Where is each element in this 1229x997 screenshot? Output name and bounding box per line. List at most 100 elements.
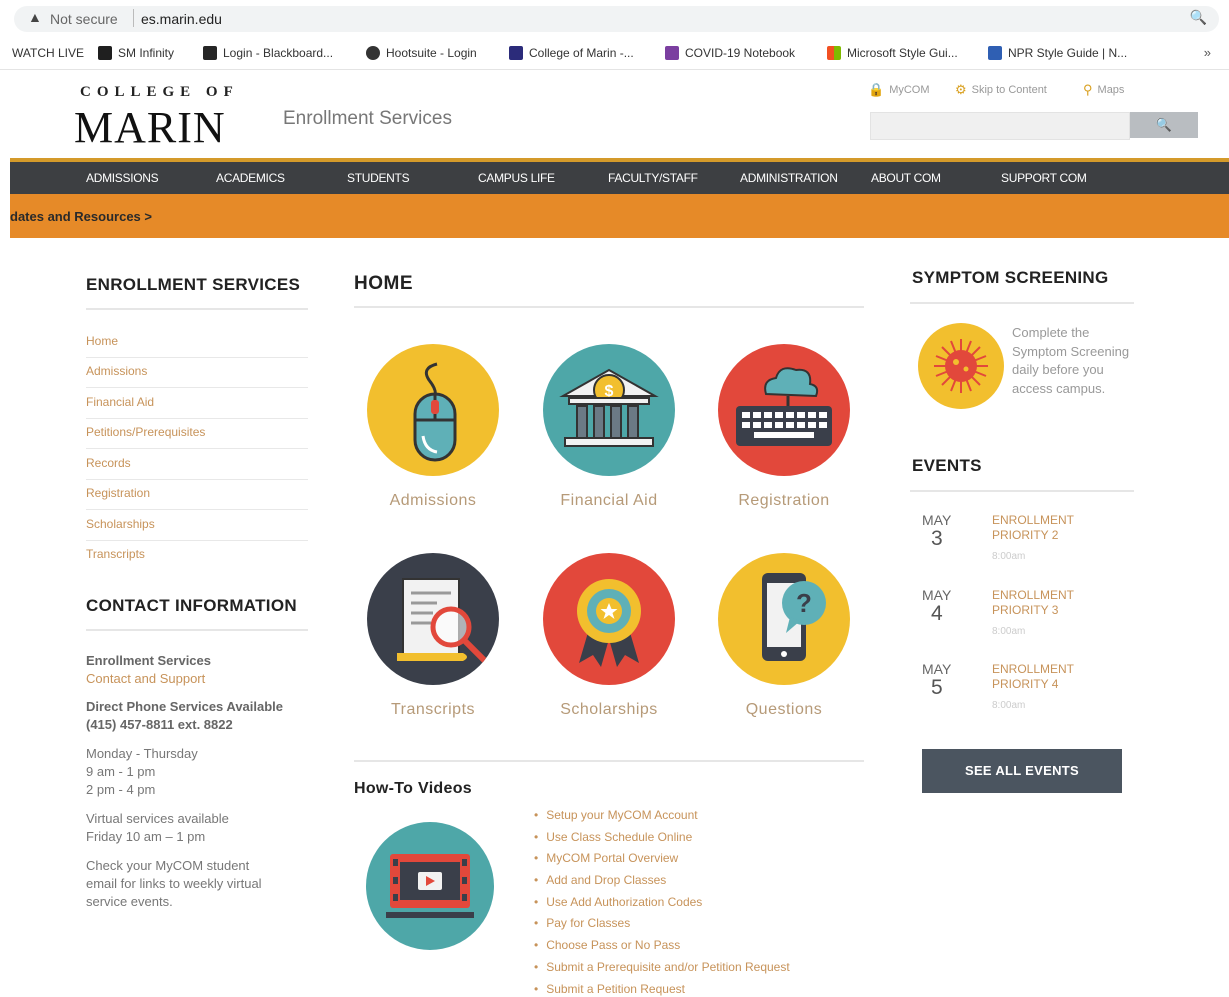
event-month: MAY	[922, 661, 952, 677]
bookmark-sm-infinity[interactable]: SM Infinity	[98, 46, 174, 60]
video-link-pass-no-pass[interactable]: Choose Pass or No Pass	[534, 938, 790, 960]
tile-questions[interactable]: ? Questions	[714, 553, 854, 719]
event-title[interactable]: ENROLLMENT PRIORITY 2	[992, 513, 1112, 543]
warning-icon[interactable]: ▲	[28, 9, 42, 25]
divider	[86, 629, 308, 631]
nav-administration[interactable]: ADMINISTRATION	[740, 171, 838, 185]
video-link-setup-mycom[interactable]: Setup your MyCOM Account	[534, 808, 790, 830]
document-magnifier-icon	[367, 553, 499, 685]
tile-label: Questions	[745, 701, 823, 718]
maps-link[interactable]: ⚲ Maps	[1083, 82, 1124, 98]
svg-text:?: ?	[796, 588, 812, 618]
event-title[interactable]: ENROLLMENT PRIORITY 3	[992, 588, 1112, 618]
nav-support-com[interactable]: SUPPORT COM	[1001, 171, 1087, 185]
zoom-icon[interactable]: 🔍	[1190, 9, 1207, 26]
video-link-authorization-codes[interactable]: Use Add Authorization Codes	[534, 895, 790, 917]
event-time: 8:00am	[992, 551, 1026, 562]
tile-label: Registration	[738, 492, 830, 509]
sidebar-link-home[interactable]: Home	[86, 328, 308, 358]
sidebar-link-registration[interactable]: Registration	[86, 480, 308, 510]
sidebar-link-petitions[interactable]: Petitions/Prerequisites	[86, 419, 308, 449]
divider	[354, 760, 864, 762]
bookmark-college-of-marin[interactable]: College of Marin -...	[509, 46, 634, 60]
banner-text: dates and Resources >	[10, 209, 152, 224]
video-link-petition[interactable]: Submit a Petition Request	[534, 982, 790, 997]
hours-days: Monday - Thursday	[86, 746, 198, 761]
tile-admissions[interactable]: Admissions	[363, 344, 503, 510]
site-header: COLLEGE OF MARIN Enrollment Services 🔒 My…	[0, 70, 1229, 158]
video-link-class-schedule[interactable]: Use Class Schedule Online	[534, 830, 790, 852]
nav-about-com[interactable]: ABOUT COM	[871, 171, 941, 185]
howto-heading: How-To Videos	[354, 780, 472, 797]
divider	[133, 9, 134, 27]
tile-label: Transcripts	[390, 701, 476, 718]
event-month: MAY	[922, 512, 952, 528]
event-time: 8:00am	[992, 626, 1026, 637]
tile-transcripts[interactable]: Transcripts	[363, 553, 503, 719]
alert-banner[interactable]: dates and Resources >	[10, 194, 1229, 238]
tile-financial-aid[interactable]: $ Financial Aid	[539, 344, 679, 510]
nav-faculty-staff[interactable]: FACULTY/STAFF	[608, 171, 698, 185]
hours-morning: 9 am - 1 pm	[86, 764, 156, 779]
sidebar-link-admissions[interactable]: Admissions	[86, 358, 308, 388]
bookmark-npr-style[interactable]: NPR Style Guide | N...	[988, 46, 1127, 60]
video-link-portal-overview[interactable]: MyCOM Portal Overview	[534, 851, 790, 873]
nav-campus-life[interactable]: CAMPUS LIFE	[478, 171, 555, 185]
marin-icon	[509, 46, 523, 60]
mycom-link[interactable]: 🔒 MyCOM	[868, 82, 930, 98]
event-title[interactable]: ENROLLMENT PRIORITY 4	[992, 662, 1112, 692]
phone-number: (415) 457-8811 ext. 8822	[86, 717, 233, 732]
bookmark-microsoft-style[interactable]: Microsoft Style Gui...	[827, 46, 958, 60]
award-ribbon-icon	[543, 553, 675, 685]
sidebar-link-transcripts[interactable]: Transcripts	[86, 541, 308, 571]
tile-label: Financial Aid	[560, 492, 658, 509]
search-button[interactable]: 🔍	[1130, 112, 1198, 138]
nav-students[interactable]: STUDENTS	[347, 171, 410, 185]
see-all-events-button[interactable]: SEE ALL EVENTS	[922, 749, 1122, 793]
event-day: 4	[931, 602, 943, 625]
virus-icon[interactable]	[918, 323, 1004, 409]
check-mycom-line3: service events.	[86, 894, 173, 909]
bookmark-hootsuite[interactable]: Hootsuite - Login	[366, 46, 477, 60]
divider	[86, 308, 308, 310]
bookmark-blackboard[interactable]: Login - Blackboard...	[203, 46, 333, 60]
contact-heading: CONTACT INFORMATION	[86, 596, 297, 615]
bookmark-watch-live[interactable]: WATCH LIVE	[12, 46, 84, 60]
sidebar-link-scholarships[interactable]: Scholarships	[86, 511, 308, 541]
sidebar-link-records[interactable]: Records	[86, 450, 308, 480]
logo-main-text[interactable]: MARIN	[74, 102, 226, 153]
sidebar-heading: ENROLLMENT SERVICES	[86, 275, 301, 294]
video-link-prerequisite[interactable]: Submit a Prerequisite and/or Petition Re…	[534, 960, 789, 982]
nav-admissions[interactable]: ADMISSIONS	[86, 171, 159, 185]
divider	[354, 306, 864, 308]
sidebar-link-financial-aid[interactable]: Financial Aid	[86, 389, 308, 419]
tile-label: Scholarships	[560, 701, 658, 718]
event-month: MAY	[922, 587, 952, 603]
hootsuite-icon	[366, 46, 380, 60]
divider	[910, 302, 1134, 304]
video-link-add-drop[interactable]: Add and Drop Classes	[534, 873, 790, 895]
event-day: 3	[931, 527, 943, 550]
mouse-icon	[367, 344, 499, 476]
phone-question-icon: ?	[718, 553, 850, 685]
nav-academics[interactable]: ACADEMICS	[216, 171, 285, 185]
contact-support-link[interactable]: Contact and Support	[86, 670, 205, 688]
bank-icon: $	[543, 344, 675, 476]
logo-top-text[interactable]: COLLEGE OF	[80, 84, 239, 101]
microsoft-icon	[827, 46, 841, 60]
video-link-pay-classes[interactable]: Pay for Classes	[534, 916, 790, 938]
skip-to-content-link[interactable]: ⚙ Skip to Content	[955, 82, 1047, 98]
url-text[interactable]: es.marin.edu	[141, 11, 222, 27]
bookmark-covid-notebook[interactable]: COVID-19 Notebook	[665, 46, 795, 60]
tile-registration[interactable]: Registration	[714, 344, 854, 510]
more-bookmarks-button[interactable]: »	[1204, 45, 1211, 60]
tile-scholarships[interactable]: Scholarships	[539, 553, 679, 719]
site-name[interactable]: Enrollment Services	[283, 108, 452, 130]
search-input[interactable]	[870, 112, 1130, 140]
blackboard-icon	[203, 46, 217, 60]
lock-icon: 🔒	[868, 82, 885, 97]
symptom-text[interactable]: Complete the Symptom Screening daily bef…	[1012, 324, 1132, 398]
security-label[interactable]: Not secure	[50, 11, 118, 27]
virtual-services: Virtual services available	[86, 811, 229, 826]
hours-afternoon: 2 pm - 4 pm	[86, 782, 156, 797]
